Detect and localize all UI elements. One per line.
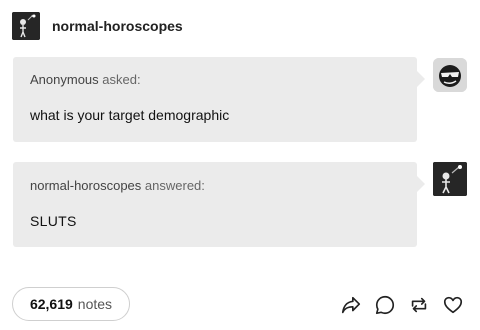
share-icon [341, 296, 361, 314]
post-header: normal-horoscopes [12, 12, 183, 40]
post-actions [334, 292, 470, 318]
skeleton-avatar-icon [12, 12, 40, 40]
asked-label: asked: [102, 72, 141, 87]
answerer-line: normal-horoscopes answered: [30, 178, 205, 193]
skeleton-avatar-icon [433, 162, 467, 196]
reply-button[interactable] [368, 292, 402, 318]
notes-label: notes [77, 296, 113, 312]
question-text: what is your target demographic [30, 107, 230, 123]
blog-avatar[interactable] [12, 12, 40, 40]
blog-name[interactable]: normal-horoscopes [52, 18, 183, 34]
answerer-avatar[interactable] [433, 162, 467, 196]
share-button[interactable] [334, 292, 368, 318]
bubble-tail [417, 176, 425, 192]
like-icon [443, 296, 463, 314]
asker-name: Anonymous [30, 72, 99, 87]
answered-label: answered: [144, 178, 205, 193]
like-button[interactable] [436, 292, 470, 318]
ask-bubble: Anonymous asked: what is your target dem… [13, 57, 425, 142]
answerer-name[interactable]: normal-horoscopes [30, 178, 141, 193]
asker-line: Anonymous asked: [30, 72, 141, 87]
reblog-button[interactable] [402, 292, 436, 318]
answer-text: SLUTS [30, 213, 77, 229]
bubble-tail [417, 71, 425, 87]
anonymous-avatar [433, 58, 467, 92]
notes-button[interactable]: 62,619 notes [12, 287, 130, 321]
sunglasses-face-icon [433, 58, 467, 92]
notes-count: 62,619 [29, 296, 73, 312]
reply-icon [375, 295, 395, 315]
answer-bubble: normal-horoscopes answered: SLUTS [13, 162, 425, 247]
reblog-icon [411, 297, 427, 313]
